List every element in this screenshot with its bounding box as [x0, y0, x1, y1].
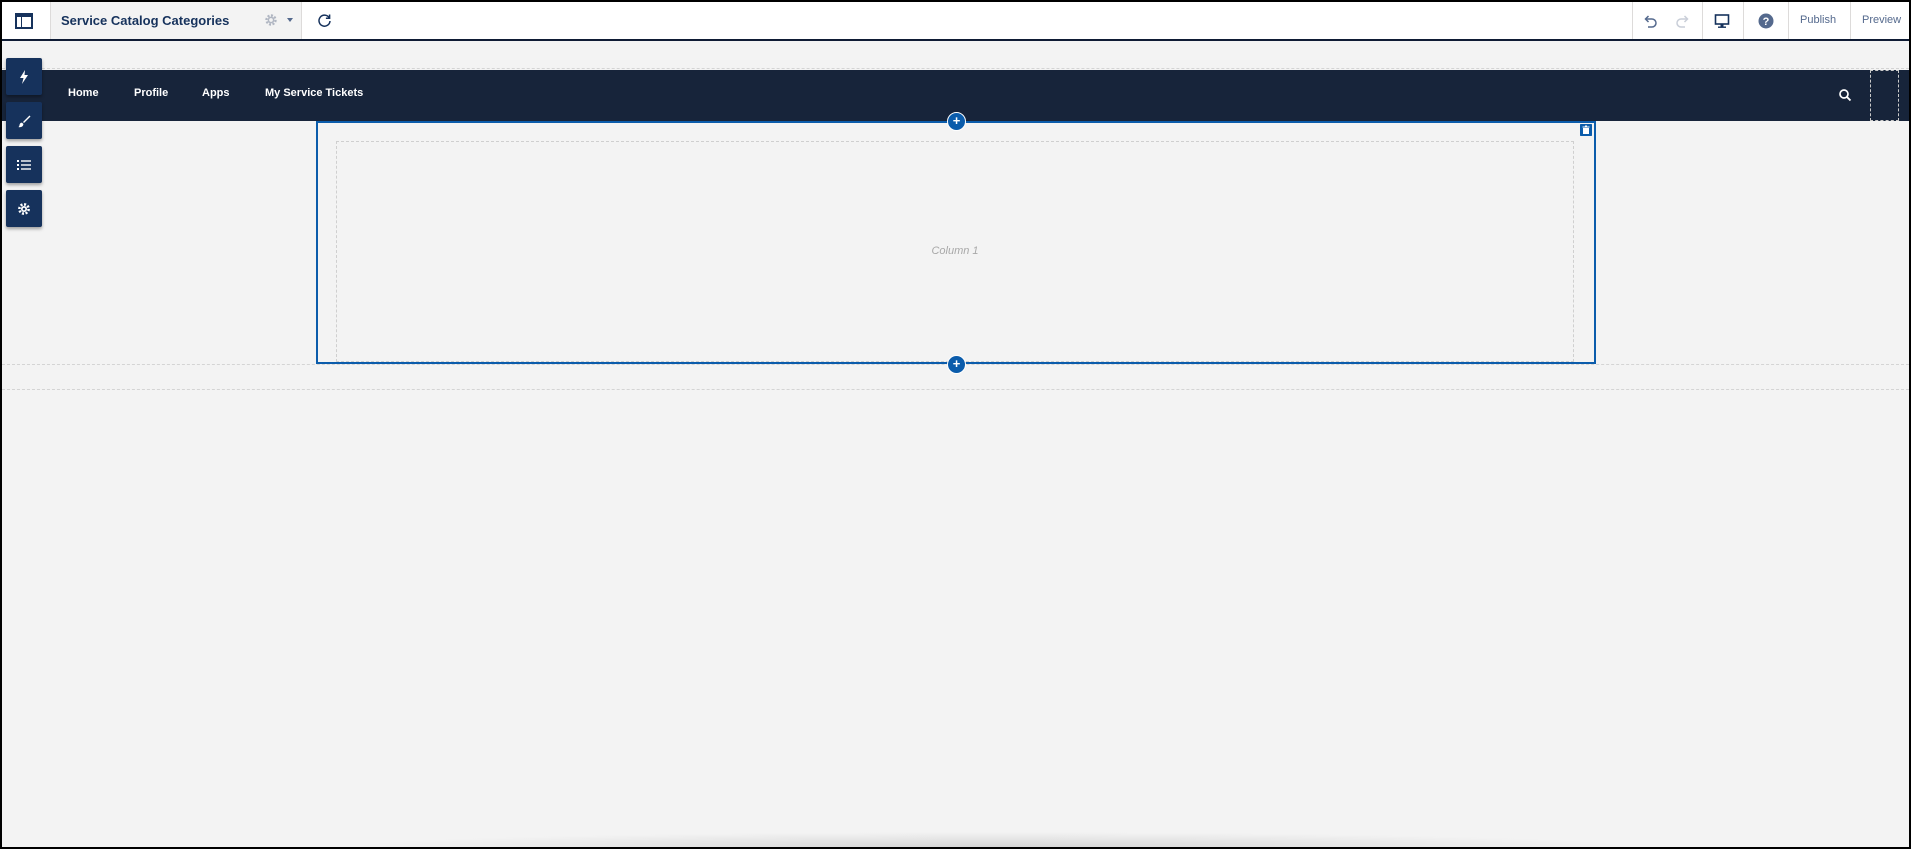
top-toolbar: Service Catalog Categories ? Publish Pre…: [2, 2, 1909, 41]
chevron-down-icon[interactable]: [287, 18, 293, 22]
svg-text:?: ?: [1763, 16, 1770, 28]
paintbrush-icon: [18, 115, 31, 127]
lightning-icon: [20, 69, 28, 84]
region-guide: [2, 389, 1909, 390]
desktop-icon[interactable]: [1713, 12, 1731, 30]
nav-item-home[interactable]: Home: [68, 87, 99, 99]
toolbar-divider: [1788, 2, 1789, 39]
list-icon: [17, 159, 31, 170]
canvas-shadow: [342, 832, 1642, 847]
preview-button[interactable]: Preview: [1862, 14, 1901, 26]
builder-window: Service Catalog Categories ? Publish Pre…: [2, 2, 1909, 847]
column-label: Column 1: [931, 245, 979, 257]
toolbar-divider: [1702, 2, 1703, 39]
refresh-icon[interactable]: [316, 12, 333, 29]
gear-icon[interactable]: [264, 13, 278, 27]
nav-item-profile[interactable]: Profile: [134, 87, 168, 99]
nav-item-apps[interactable]: Apps: [202, 87, 230, 99]
selected-section[interactable]: Column 1: [316, 121, 1596, 364]
trash-icon[interactable]: [1580, 124, 1592, 136]
page-structure-button[interactable]: [6, 146, 42, 183]
toolbar-divider: [1743, 2, 1744, 39]
add-section-below-button[interactable]: +: [947, 355, 966, 374]
theme-button[interactable]: [6, 102, 42, 139]
undo-icon[interactable]: [1641, 12, 1659, 30]
toolbar-divider: [1632, 2, 1633, 39]
redo-icon[interactable]: [1674, 12, 1692, 30]
search-icon[interactable]: [1838, 88, 1852, 102]
gear-icon: [18, 202, 30, 215]
help-icon[interactable]: ?: [1757, 12, 1775, 30]
settings-button[interactable]: [6, 190, 42, 227]
toolbar-divider: [1850, 2, 1851, 39]
nav-item-my-service-tickets[interactable]: My Service Tickets: [265, 87, 363, 99]
publish-button[interactable]: Publish: [1800, 14, 1836, 26]
add-section-above-button[interactable]: +: [947, 112, 966, 131]
column-dropzone[interactable]: Column 1: [336, 141, 1574, 362]
nav-empty-slot[interactable]: [1870, 70, 1899, 121]
components-button[interactable]: [6, 58, 42, 95]
page-title: Service Catalog Categories: [61, 13, 230, 28]
app-layout-icon[interactable]: [14, 11, 34, 31]
region-guide: [2, 68, 1909, 69]
page-selector[interactable]: Service Catalog Categories: [50, 2, 302, 39]
